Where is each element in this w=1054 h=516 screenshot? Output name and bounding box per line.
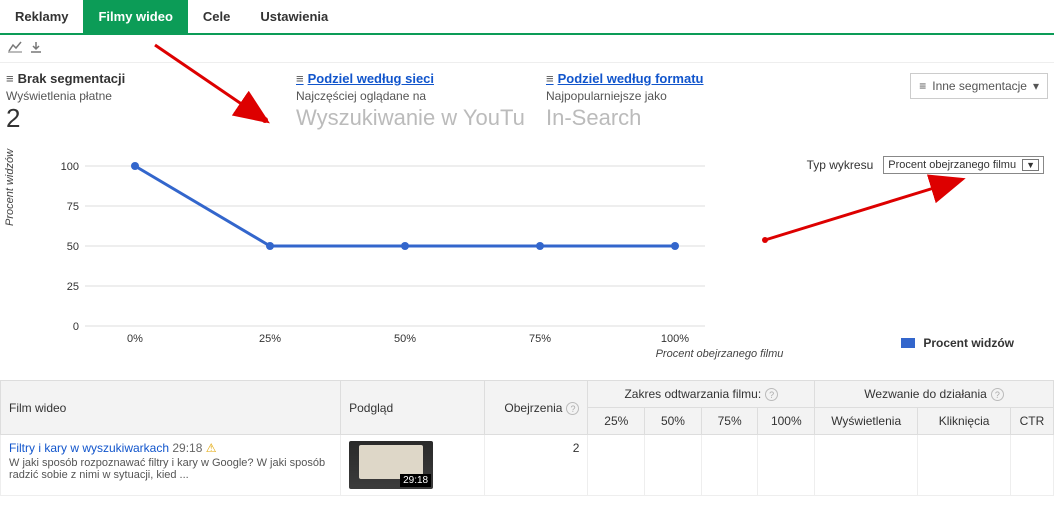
th-zakres: Zakres odtwarzania filmu:? — [588, 381, 815, 408]
download-icon[interactable] — [30, 41, 42, 56]
legend-swatch — [901, 338, 915, 348]
chart-y-axis-label: Procent widzów — [4, 149, 16, 226]
video-duration: 29:18 — [172, 441, 202, 455]
seg-format-link[interactable]: Podziel według formatu — [558, 71, 704, 86]
th-z50[interactable]: 50% — [645, 408, 702, 435]
help-icon[interactable]: ? — [566, 402, 579, 415]
svg-text:75: 75 — [67, 201, 79, 213]
cell-z50 — [645, 435, 702, 496]
icon-bar — [0, 35, 1054, 63]
svg-text:50: 50 — [67, 241, 79, 253]
th-obejrzenia[interactable]: Obejrzenia? — [485, 381, 588, 435]
svg-text:0%: 0% — [127, 333, 143, 345]
help-icon[interactable]: ? — [991, 388, 1004, 401]
video-thumbnail[interactable]: 29:18 — [349, 441, 433, 489]
table-row[interactable]: Filtry i kary w wyszukiwarkach 29:18 ⚠ W… — [1, 435, 1054, 496]
paid-views-value: 2 — [6, 103, 276, 134]
th-ctr[interactable]: CTR — [1010, 408, 1053, 435]
list-icon: ≡ — [546, 71, 554, 86]
cell-views: 2 — [485, 435, 588, 496]
svg-text:100%: 100% — [661, 333, 689, 345]
video-table: Film wideo Podgląd Obejrzenia? Zakres od… — [0, 380, 1054, 496]
more-segmentations-dropdown[interactable]: ≡ Inne segmentacje ▾ — [910, 73, 1048, 99]
video-description: W jaki sposób rozpoznawać filtry i kary … — [9, 457, 332, 481]
cell-z25 — [588, 435, 645, 496]
seg-format-value: In-Search — [546, 105, 801, 131]
chart-legend: Procent widzów — [901, 336, 1014, 350]
chevron-down-icon: ▼ — [1022, 159, 1039, 171]
cell-ctr — [1010, 435, 1053, 496]
th-wys[interactable]: Wyświetlenia — [815, 408, 918, 435]
seg-format-sub: Najpopularniejsze jako — [546, 89, 801, 103]
th-film[interactable]: Film wideo — [1, 381, 341, 435]
th-cta: Wezwanie do działania? — [815, 381, 1054, 408]
line-chart: 100 75 50 25 0 0% 25% 50% 75% 100% — [45, 146, 745, 346]
th-klik[interactable]: Kliknięcia — [918, 408, 1011, 435]
chart-type-label: Typ wykresu — [807, 158, 874, 172]
legend-label: Procent widzów — [923, 336, 1014, 350]
svg-text:50%: 50% — [394, 333, 416, 345]
seg-none-label: Brak segmentacji — [18, 71, 126, 86]
seg-network-value: Wyszukiwanie w YouTube — [296, 105, 526, 131]
svg-text:25%: 25% — [259, 333, 281, 345]
tab-reklamy[interactable]: Reklamy — [0, 0, 83, 33]
list-icon: ≡ — [919, 79, 926, 93]
svg-text:100: 100 — [61, 161, 79, 173]
th-z75[interactable]: 75% — [701, 408, 758, 435]
paid-views-label: Wyświetlenia płatne — [6, 89, 276, 103]
segmentation-row: ≡Brak segmentacji Wyświetlenia płatne 2 … — [0, 63, 1054, 136]
chart-area: Procent widzów Typ wykresu Procent obejr… — [0, 136, 1054, 360]
more-segmentations-label: Inne segmentacje — [932, 79, 1027, 93]
main-tabs: Reklamy Filmy wideo Cele Ustawienia — [0, 0, 1054, 35]
chart-view-icon[interactable] — [8, 41, 22, 56]
cell-z75 — [701, 435, 758, 496]
seg-network-link[interactable]: Podziel według sieci — [308, 71, 434, 86]
tab-cele[interactable]: Cele — [188, 0, 245, 33]
svg-text:0: 0 — [73, 321, 79, 333]
th-z100[interactable]: 100% — [758, 408, 815, 435]
th-podglad[interactable]: Podgląd — [341, 381, 485, 435]
cell-z100 — [758, 435, 815, 496]
chart-type-value: Procent obejrzanego filmu — [888, 159, 1016, 171]
list-icon: ≡ — [6, 71, 14, 86]
cell-wys — [815, 435, 918, 496]
help-icon[interactable]: ? — [765, 388, 778, 401]
seg-network-sub: Najczęściej oglądane na — [296, 89, 526, 103]
svg-text:25: 25 — [67, 281, 79, 293]
chevron-down-icon: ▾ — [1033, 79, 1039, 93]
cell-klik — [918, 435, 1011, 496]
warning-icon[interactable]: ⚠ — [206, 441, 217, 455]
svg-text:75%: 75% — [529, 333, 551, 345]
thumbnail-duration-badge: 29:18 — [400, 474, 431, 487]
list-icon: ≡ — [296, 71, 304, 86]
th-z25[interactable]: 25% — [588, 408, 645, 435]
tab-ustawienia[interactable]: Ustawienia — [245, 0, 343, 33]
chart-type-select[interactable]: Procent obejrzanego filmu ▼ — [883, 156, 1044, 174]
video-title-link[interactable]: Filtry i kary w wyszukiwarkach — [9, 441, 169, 455]
tab-filmy-wideo[interactable]: Filmy wideo — [83, 0, 187, 33]
